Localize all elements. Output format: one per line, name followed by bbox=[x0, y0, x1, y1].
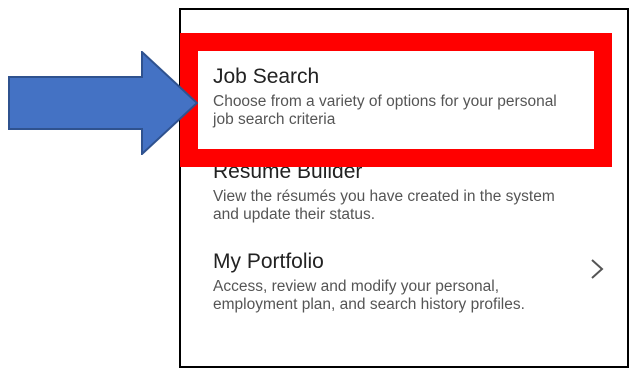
menu-item-description: Access, review and modify your personal,… bbox=[213, 278, 525, 313]
menu-item-description: View the résumés you have created in the… bbox=[213, 188, 555, 223]
menu-item-my-portfolio[interactable]: My Portfolio Access, review and modify y… bbox=[213, 249, 616, 314]
highlight-box bbox=[180, 33, 612, 167]
arrow-right-icon bbox=[8, 51, 198, 155]
menu-item-title: My Portfolio bbox=[213, 250, 324, 273]
menu-item-resume-builder[interactable]: Résumé Builder View the résumés you have… bbox=[213, 159, 616, 224]
chevron-right-icon[interactable] bbox=[590, 258, 604, 280]
